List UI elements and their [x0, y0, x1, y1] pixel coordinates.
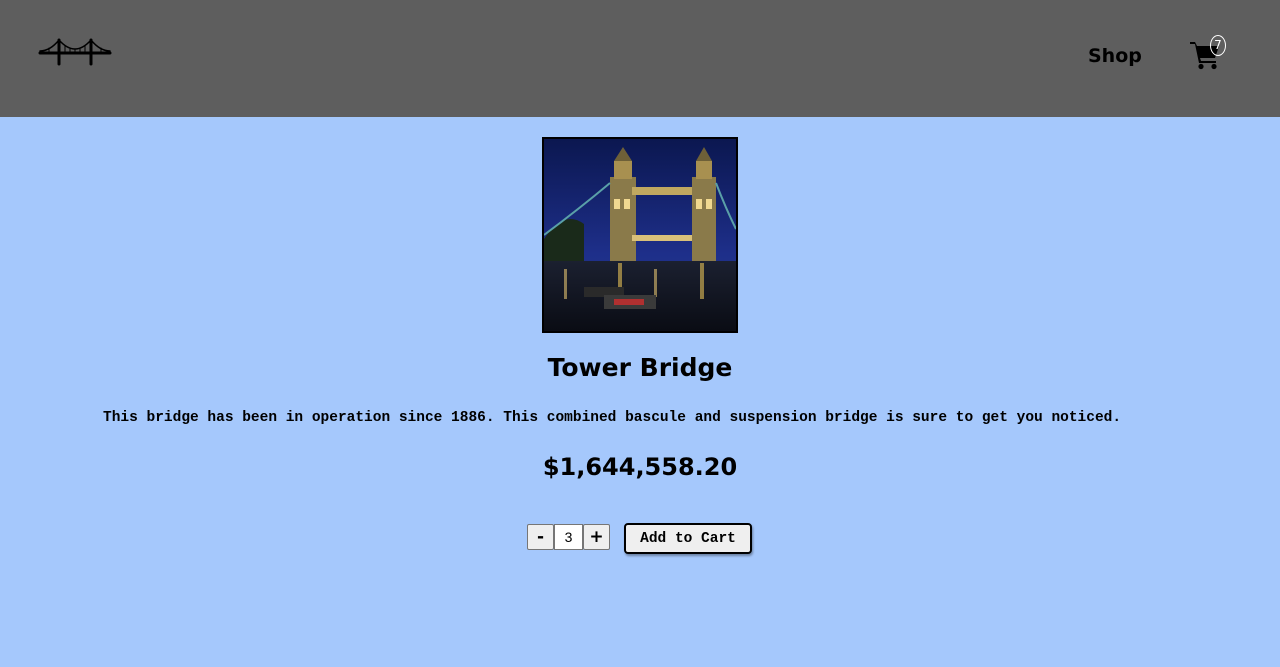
quantity-input[interactable]	[554, 524, 583, 550]
cart-button[interactable]: 7	[1189, 35, 1229, 70]
quantity-increment-button[interactable]: +	[583, 524, 610, 550]
product-title: Tower Bridge	[547, 353, 733, 382]
add-to-cart-button[interactable]: Add to Cart	[624, 523, 752, 554]
cart-count-badge: 7	[1210, 35, 1226, 56]
product-image	[542, 137, 738, 333]
nav-link-shop[interactable]: Shop	[1088, 45, 1142, 67]
product-price: $1,644,558.20	[542, 453, 738, 481]
navbar: Shop 7	[0, 0, 1280, 117]
bridge-logo-icon[interactable]	[38, 32, 112, 68]
product-description: This bridge has been in operation since …	[103, 410, 1122, 426]
product-detail: Tower Bridge This bridge has been in ope…	[0, 117, 1280, 667]
quantity-decrement-button[interactable]: -	[527, 524, 554, 550]
